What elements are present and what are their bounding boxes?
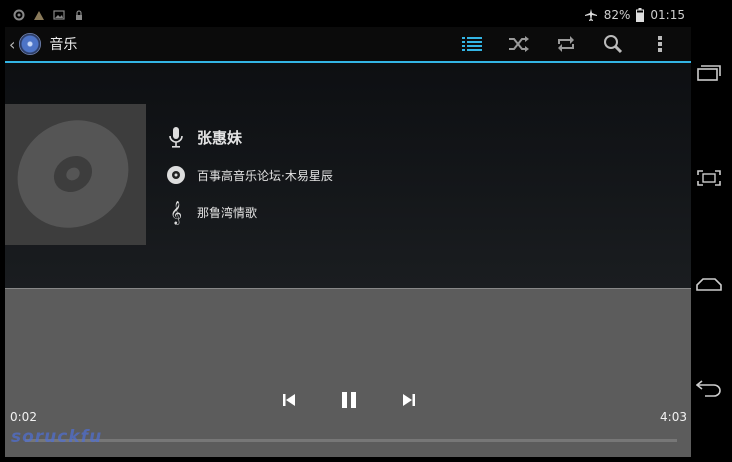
treble-clef-icon: 𝄞	[170, 200, 182, 224]
disc-placeholder-icon	[17, 120, 129, 228]
track-title: 那鲁湾情歌	[197, 205, 258, 220]
skip-next-icon	[403, 394, 415, 406]
action-bar: ‹ 音乐	[5, 27, 691, 63]
page-title: 音乐	[49, 37, 78, 53]
screenshot-button[interactable]	[694, 164, 724, 192]
shuffle-icon	[508, 36, 529, 52]
shuffle-button[interactable]	[495, 27, 542, 61]
recent-apps-button[interactable]	[694, 59, 724, 87]
status-clock: 01:15	[650, 8, 685, 22]
back-arrow-icon	[696, 380, 721, 397]
track-info-panel: 张惠妹 百事高音乐论坛·木易星辰 𝄞 那鲁湾情歌	[5, 63, 691, 288]
overflow-menu-button[interactable]	[636, 27, 683, 61]
screen-capture-icon	[697, 170, 721, 186]
track-row: 𝄞 那鲁湾情歌	[165, 200, 258, 224]
watermark-logo: soruckfu	[11, 427, 103, 447]
system-navigation-bar	[691, 5, 727, 457]
app-notification-icon	[33, 9, 45, 21]
home-button[interactable]	[694, 270, 724, 298]
album-art	[5, 104, 146, 245]
up-navigation-button[interactable]: ‹ 音乐	[9, 31, 77, 57]
chevron-left-icon: ‹	[9, 34, 16, 54]
seek-bar[interactable]	[25, 439, 677, 442]
back-button[interactable]	[694, 374, 724, 402]
skip-previous-icon	[283, 394, 295, 406]
battery-icon	[636, 8, 645, 22]
home-icon	[696, 278, 722, 291]
album-row: 百事高音乐论坛·木易星辰	[165, 164, 333, 186]
player-controls-panel: 0:02 4:03 soruckfu	[5, 288, 691, 457]
next-button[interactable]	[393, 387, 425, 413]
image-notification-icon	[53, 9, 65, 21]
battery-percent: 82%	[603, 8, 631, 22]
lock-icon	[73, 9, 85, 21]
pause-icon	[342, 392, 356, 408]
recent-apps-icon	[697, 65, 721, 81]
settings-notification-icon	[13, 9, 25, 21]
total-time: 4:03	[660, 410, 687, 424]
more-vertical-icon	[657, 36, 662, 52]
now-playing-list-button[interactable]	[448, 27, 495, 61]
previous-button[interactable]	[273, 387, 305, 413]
airplane-mode-icon	[584, 8, 598, 22]
repeat-icon	[557, 36, 574, 52]
search-icon	[603, 35, 622, 54]
microphone-icon	[165, 126, 187, 148]
app-window: 82% 01:15 ‹ 音乐 张惠妹 百事高音乐论坛·木易星辰 𝄞 那鲁湾情歌 …	[5, 5, 691, 457]
repeat-button[interactable]	[542, 27, 589, 61]
album-disc-icon	[165, 164, 187, 186]
current-time: 0:02	[10, 410, 37, 424]
album-name: 百事高音乐论坛·木易星辰	[197, 168, 333, 183]
artist-name: 张惠妹	[197, 128, 243, 147]
artist-row: 张惠妹	[165, 126, 242, 148]
playlist-icon	[461, 37, 482, 51]
search-button[interactable]	[589, 27, 636, 61]
music-app-icon	[19, 33, 42, 55]
status-bar: 82% 01:15	[5, 5, 691, 27]
pause-button[interactable]	[333, 387, 365, 413]
